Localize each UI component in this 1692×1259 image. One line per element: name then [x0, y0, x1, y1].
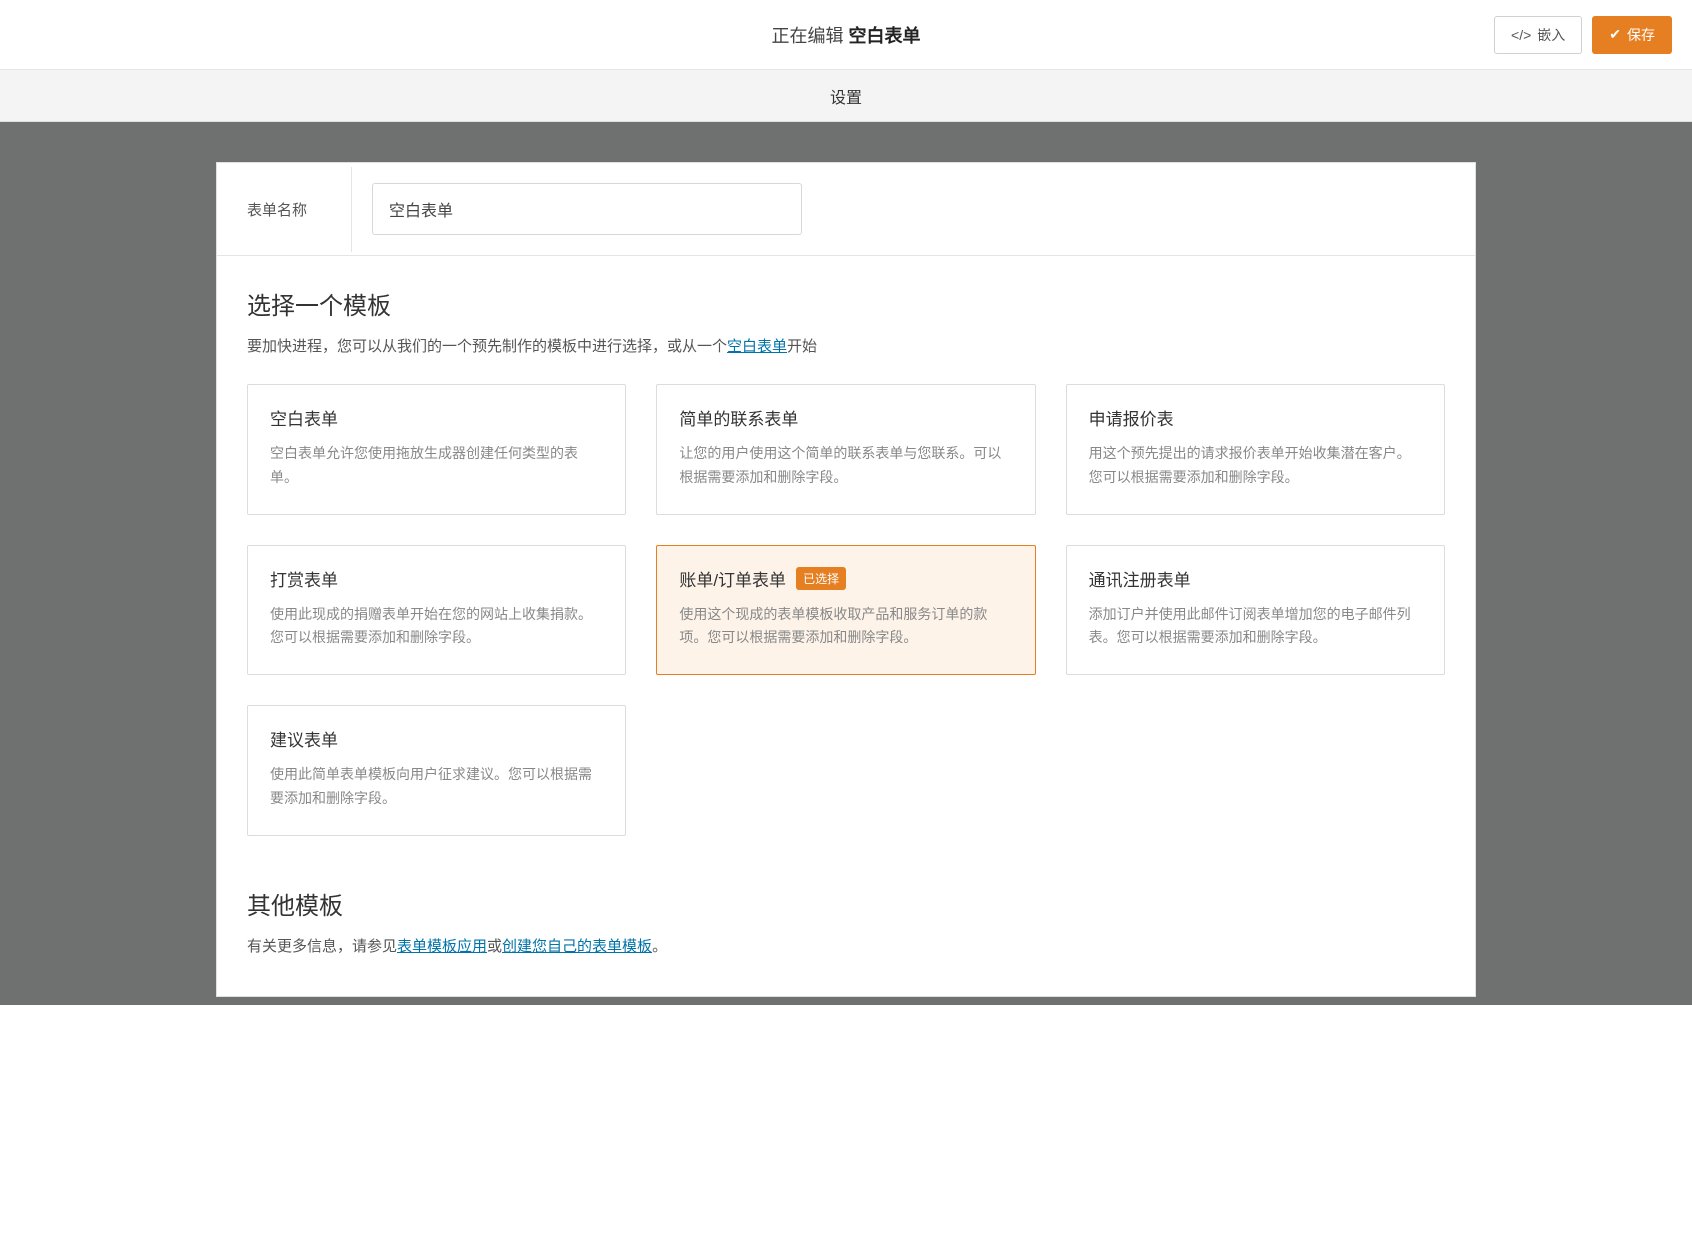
- top-actions: </> 嵌入 ✔ 保存: [1494, 16, 1672, 54]
- embed-label: 嵌入: [1537, 25, 1565, 45]
- template-card-title-text: 申请报价表: [1089, 405, 1174, 430]
- template-card-title: 通讯注册表单: [1089, 566, 1422, 591]
- template-card-desc: 使用这个现成的表单模板收取产品和服务订单的款项。您可以根据需要添加和删除字段。: [679, 603, 1012, 651]
- template-card-desc: 使用此现成的捐赠表单开始在您的网站上收集捐款。您可以根据需要添加和删除字段。: [270, 603, 603, 651]
- create-own-template-link[interactable]: 创建您自己的表单模板: [502, 938, 652, 955]
- other-desc-pre: 有关更多信息，请参见: [247, 938, 397, 955]
- templates-grid: 空白表单空白表单允许您使用拖放生成器创建任何类型的表单。简单的联系表单让您的用户…: [247, 384, 1445, 836]
- template-card[interactable]: 账单/订单表单已选择使用这个现成的表单模板收取产品和服务订单的款项。您可以根据需…: [656, 545, 1035, 676]
- template-card[interactable]: 简单的联系表单让您的用户使用这个简单的联系表单与您联系。可以根据需要添加和删除字…: [656, 384, 1035, 515]
- template-card-desc: 空白表单允许您使用拖放生成器创建任何类型的表单。: [270, 442, 603, 490]
- templates-desc-pre: 要加快进程，您可以从我们的一个预先制作的模板中进行选择，或从一个: [247, 338, 727, 355]
- settings-panel: 表单名称 选择一个模板 要加快进程，您可以从我们的一个预先制作的模板中进行选择，…: [216, 162, 1476, 997]
- other-desc-mid: 或: [487, 938, 502, 955]
- template-card[interactable]: 建议表单使用此简单表单模板向用户征求建议。您可以根据需要添加和删除字段。: [247, 705, 626, 836]
- template-card-desc: 用这个预先提出的请求报价表单开始收集潜在客户。您可以根据需要添加和删除字段。: [1089, 442, 1422, 490]
- form-name-input[interactable]: [372, 183, 802, 235]
- panel-content: 选择一个模板 要加快进程，您可以从我们的一个预先制作的模板中进行选择，或从一个空…: [217, 256, 1475, 996]
- save-button[interactable]: ✔ 保存: [1592, 16, 1672, 54]
- embed-button[interactable]: </> 嵌入: [1494, 16, 1582, 54]
- template-card[interactable]: 打赏表单使用此现成的捐赠表单开始在您的网站上收集捐款。您可以根据需要添加和删除字…: [247, 545, 626, 676]
- template-card[interactable]: 申请报价表用这个预先提出的请求报价表单开始收集潜在客户。您可以根据需要添加和删除…: [1066, 384, 1445, 515]
- templates-heading: 选择一个模板: [247, 286, 1445, 321]
- template-card-title: 打赏表单: [270, 566, 603, 591]
- template-card-desc: 让您的用户使用这个简单的联系表单与您联系。可以根据需要添加和删除字段。: [679, 442, 1012, 490]
- form-name-input-wrap: [352, 163, 822, 255]
- template-card-title: 空白表单: [270, 405, 603, 430]
- template-apps-link[interactable]: 表单模板应用: [397, 938, 487, 955]
- save-label: 保存: [1627, 25, 1655, 45]
- template-card-desc: 添加订户并使用此邮件订阅表单增加您的电子邮件列表。您可以根据需要添加和删除字段。: [1089, 603, 1422, 651]
- other-desc: 有关更多信息，请参见表单模板应用或创建您自己的表单模板。: [247, 935, 1445, 956]
- template-card-title-text: 简单的联系表单: [679, 405, 798, 430]
- template-card-title: 账单/订单表单已选择: [679, 566, 1012, 591]
- template-card-title: 建议表单: [270, 726, 603, 751]
- code-icon: </>: [1511, 27, 1531, 43]
- other-heading: 其他模板: [247, 886, 1445, 921]
- template-card-title-text: 建议表单: [270, 726, 338, 751]
- gray-band: 表单名称 选择一个模板 要加快进程，您可以从我们的一个预先制作的模板中进行选择，…: [0, 122, 1692, 1005]
- blank-form-link[interactable]: 空白表单: [727, 338, 787, 355]
- selected-badge: 已选择: [796, 567, 846, 590]
- template-card-title: 简单的联系表单: [679, 405, 1012, 430]
- template-card-title: 申请报价表: [1089, 405, 1422, 430]
- check-icon: ✔: [1609, 26, 1621, 43]
- page-title: 正在编辑 空白表单: [771, 22, 920, 48]
- template-card[interactable]: 通讯注册表单添加订户并使用此邮件订阅表单增加您的电子邮件列表。您可以根据需要添加…: [1066, 545, 1445, 676]
- templates-desc: 要加快进程，您可以从我们的一个预先制作的模板中进行选择，或从一个空白表单开始: [247, 335, 1445, 356]
- other-section: 其他模板 有关更多信息，请参见表单模板应用或创建您自己的表单模板。: [247, 886, 1445, 956]
- templates-desc-post: 开始: [787, 338, 817, 355]
- template-card-desc: 使用此简单表单模板向用户征求建议。您可以根据需要添加和删除字段。: [270, 763, 603, 811]
- form-title-strong: 空白表单: [849, 26, 921, 46]
- template-card-title-text: 空白表单: [270, 405, 338, 430]
- sub-bar: 设置: [0, 70, 1692, 122]
- template-card-title-text: 打赏表单: [270, 566, 338, 591]
- template-card[interactable]: 空白表单空白表单允许您使用拖放生成器创建任何类型的表单。: [247, 384, 626, 515]
- form-name-label: 表单名称: [217, 167, 352, 252]
- top-bar: 正在编辑 空白表单 </> 嵌入 ✔ 保存: [0, 0, 1692, 70]
- form-name-row: 表单名称: [217, 163, 1475, 256]
- editing-prefix: 正在编辑: [771, 26, 848, 46]
- template-card-title-text: 账单/订单表单: [679, 566, 786, 591]
- template-card-title-text: 通讯注册表单: [1089, 566, 1191, 591]
- other-desc-post: 。: [652, 938, 667, 955]
- settings-tab[interactable]: 设置: [830, 84, 862, 108]
